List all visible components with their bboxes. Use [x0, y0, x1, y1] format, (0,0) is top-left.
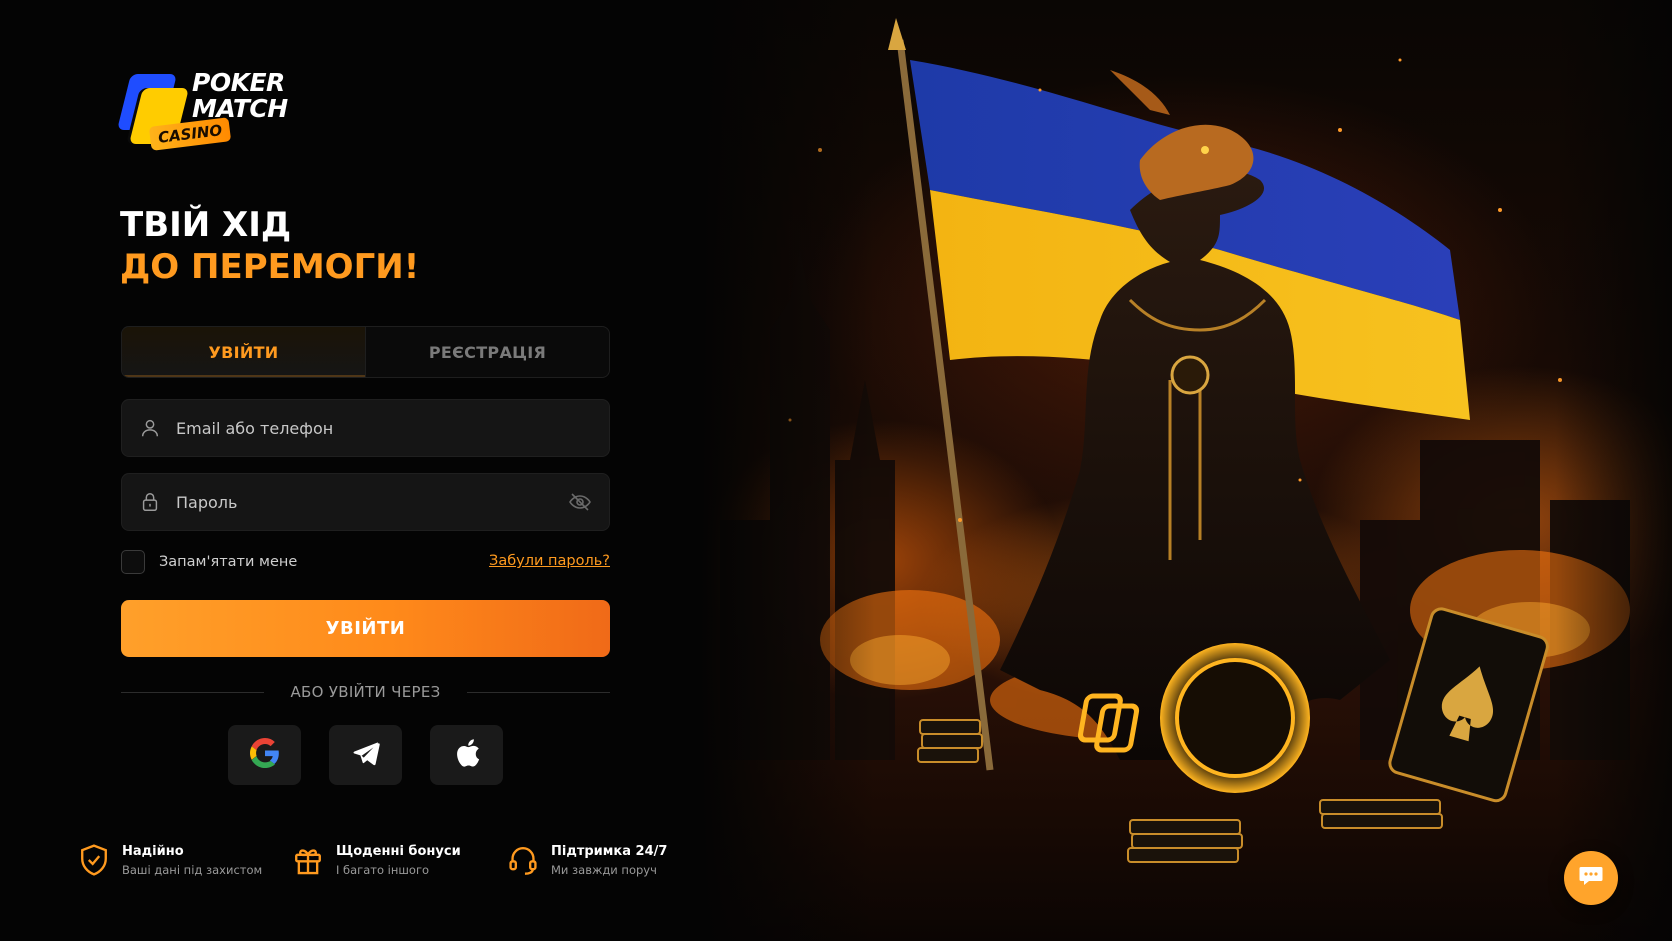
- tab-login[interactable]: УВІЙТИ: [122, 327, 366, 377]
- feature-support: Підтримка 24/7 Ми завжди поруч: [507, 843, 667, 880]
- brand-line2: MATCH: [192, 94, 288, 123]
- apple-icon: [453, 738, 481, 772]
- google-login-button[interactable]: [228, 725, 301, 785]
- google-icon: [249, 738, 280, 772]
- remember-checkbox[interactable]: [121, 550, 145, 574]
- shield-check-icon: [78, 843, 112, 879]
- password-input[interactable]: [176, 492, 567, 512]
- login-page: POKER MATCH CASINO ТВІЙ ХІД ДО ПЕРЕМОГИ!…: [0, 0, 1672, 941]
- divider-text: АБО УВІЙТИ ЧЕРЕЗ: [290, 683, 441, 701]
- apple-login-button[interactable]: [430, 725, 503, 785]
- feature-secure-subtitle: Ваші дані під захистом: [122, 863, 263, 877]
- email-input[interactable]: [176, 418, 593, 438]
- login-submit-button[interactable]: УВІЙТИ: [121, 600, 610, 657]
- email-field: [121, 399, 610, 457]
- social-divider: АБО УВІЙТИ ЧЕРЕЗ: [121, 683, 610, 701]
- hero-art: [720, 18, 1630, 863]
- lock-icon: [138, 490, 162, 514]
- brand-line1: POKER: [192, 68, 285, 97]
- gift-icon: [292, 843, 326, 879]
- feature-secure: Надійно Ваші дані під захистом: [78, 843, 262, 880]
- headline-line2: ДО ПЕРЕМОГИ!: [120, 247, 420, 287]
- hero-illustration: [700, 0, 1672, 941]
- headset-icon: [507, 843, 541, 879]
- feature-secure-title: Надійно: [122, 844, 184, 859]
- feature-support-title: Підтримка 24/7: [551, 844, 668, 859]
- telegram-login-button[interactable]: [329, 725, 402, 785]
- chat-bubble-icon: [1578, 864, 1604, 892]
- tab-register[interactable]: РЕЄСТРАЦІЯ: [366, 327, 609, 377]
- remember-me: Запам'ятати мене: [121, 550, 297, 574]
- remember-label: Запам'ятати мене: [159, 554, 298, 570]
- feature-bonuses-subtitle: І багато іншого: [336, 863, 430, 877]
- chat-button[interactable]: [1564, 851, 1618, 905]
- feature-support-subtitle: Ми завжди поруч: [551, 863, 657, 877]
- password-field: [121, 473, 610, 531]
- user-icon: [138, 416, 162, 440]
- divider-line-left: [121, 691, 265, 693]
- hero-headline: ТВІЙ ХІД ДО ПЕРЕМОГИ!: [120, 204, 419, 288]
- feature-bonuses: Щоденні бонуси І багато іншого: [292, 843, 461, 880]
- telegram-icon: [351, 738, 381, 772]
- auth-tabs: УВІЙТИ РЕЄСТРАЦІЯ: [121, 326, 610, 378]
- feature-bonuses-title: Щоденні бонуси: [336, 844, 461, 859]
- brand-logo-text: POKER MATCH: [192, 70, 288, 122]
- headline-line1: ТВІЙ ХІД: [120, 205, 292, 245]
- divider-line-right: [466, 691, 610, 693]
- brand-logo[interactable]: POKER MATCH CASINO: [117, 70, 310, 160]
- eye-off-icon[interactable]: [567, 489, 593, 515]
- forgot-password-link[interactable]: Забули пароль?: [489, 553, 610, 569]
